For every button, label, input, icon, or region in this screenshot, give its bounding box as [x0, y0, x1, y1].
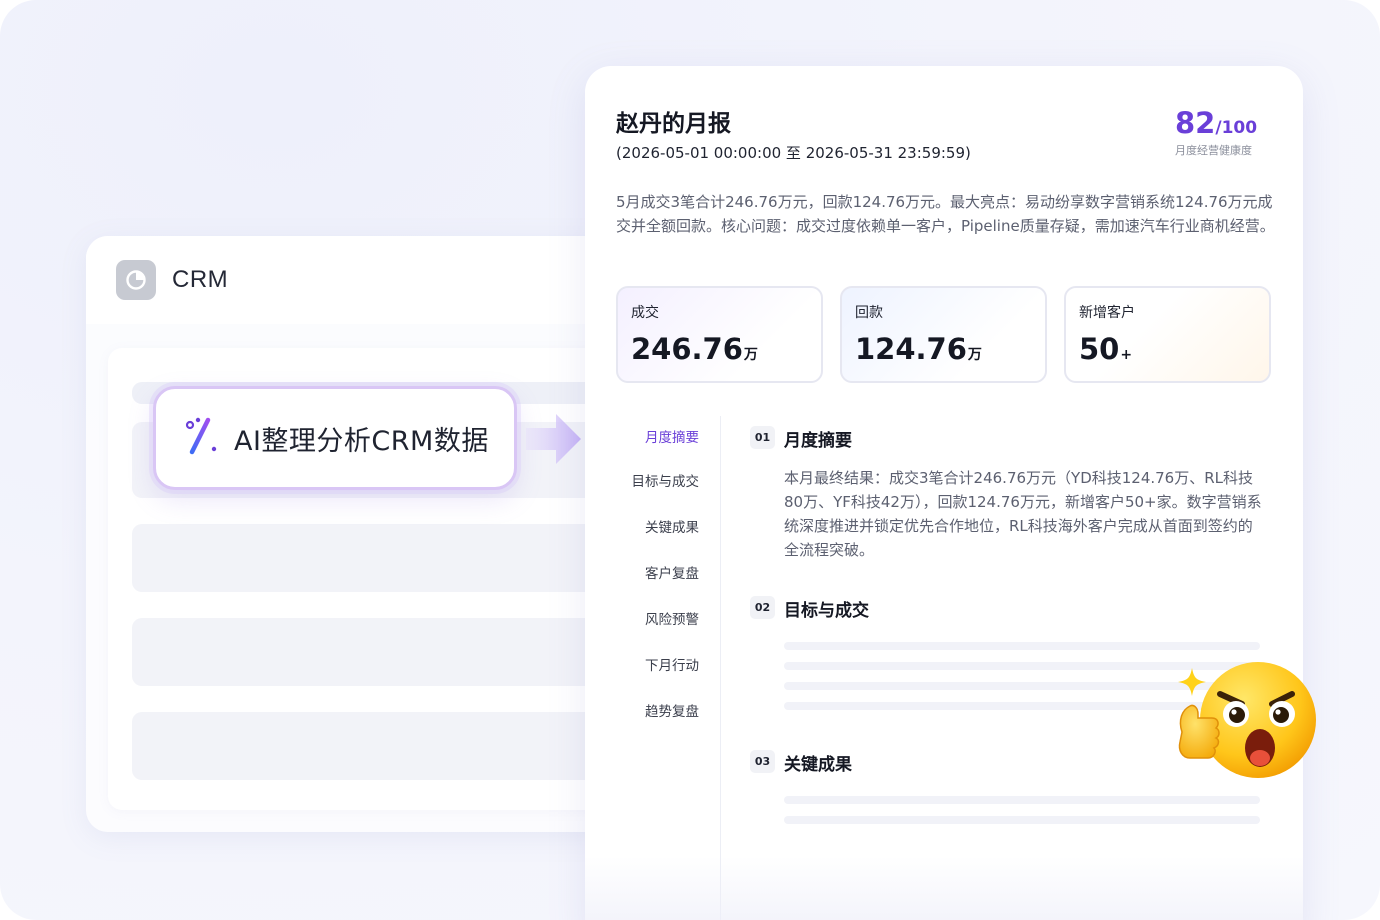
- nav-item-customer-review[interactable]: 客户复盘: [645, 562, 699, 582]
- nav-item-risk[interactable]: 风险预警: [645, 608, 699, 628]
- health-score-max: /100: [1215, 118, 1258, 138]
- stat-unit: 万: [967, 347, 982, 363]
- section-title: 月度摘要: [784, 431, 852, 451]
- report-title: 赵丹的月报: [616, 111, 731, 137]
- section-title: 关键成果: [784, 755, 852, 775]
- stat-label: 新增客户: [1079, 305, 1135, 321]
- stat-label: 成交: [631, 305, 659, 321]
- pie-chart-icon: [116, 260, 156, 300]
- nav-item-trends[interactable]: 趋势复盘: [645, 700, 699, 720]
- nav-item-next-actions[interactable]: 下月行动: [645, 654, 699, 674]
- section-number: 02: [750, 596, 775, 619]
- stat-card-deals: 成交 246.76万: [616, 286, 823, 383]
- skeleton-line: [784, 816, 1260, 824]
- section-number: 03: [750, 750, 775, 773]
- nav-divider: [720, 416, 721, 920]
- report-summary: 5月成交3笔合计246.76万元，回款124.76万元。最大亮点：易动纷享数字营…: [616, 193, 1275, 235]
- stat-value: 50: [1079, 332, 1120, 366]
- sparkle-icon: [1178, 668, 1206, 696]
- nav-item-summary[interactable]: 月度摘要: [645, 426, 699, 446]
- stat-unit: 万: [743, 347, 758, 363]
- skeleton-line: [784, 642, 1260, 650]
- canvas: CRM AI整理分析CRM数据 赵丹的月报 (2026-05-01 00:00:…: [0, 0, 1380, 920]
- stat-card-new-customers: 新增客户 50+: [1064, 286, 1271, 383]
- stat-label: 回款: [855, 305, 883, 321]
- magic-wand-icon: [184, 416, 220, 460]
- crm-title: CRM: [172, 266, 229, 293]
- health-score: 82/100 月度经营健康度: [1175, 106, 1285, 158]
- surprised-thumbs-up-emoji-icon: [1168, 654, 1318, 788]
- nav-item-results[interactable]: 关键成果: [645, 516, 699, 536]
- ai-analyze-label: AI整理分析CRM数据: [234, 425, 489, 457]
- section-body: 本月最终结果：成交3笔合计246.76万元（YD科技124.76万、RL科技80…: [784, 469, 1262, 559]
- ai-analyze-button[interactable]: AI整理分析CRM数据: [153, 386, 517, 490]
- section-number: 01: [750, 426, 775, 449]
- arrow-right-icon: [526, 412, 582, 470]
- report-period: (2026-05-01 00:00:00 至 2026-05-31 23:59:…: [616, 144, 971, 162]
- stat-value: 124.76: [855, 332, 967, 366]
- nav-item-targets[interactable]: 目标与成交: [632, 470, 700, 490]
- health-score-value: 82: [1175, 106, 1216, 140]
- monthly-report-card: 赵丹的月报 (2026-05-01 00:00:00 至 2026-05-31 …: [585, 66, 1303, 920]
- health-score-label: 月度经营健康度: [1175, 144, 1252, 157]
- stat-unit: +: [1120, 347, 1133, 363]
- bottom-fade: [585, 856, 1303, 920]
- skeleton-line: [784, 796, 1260, 804]
- stat-card-payments: 回款 124.76万: [840, 286, 1047, 383]
- stat-value: 246.76: [631, 332, 743, 366]
- section-title: 目标与成交: [784, 601, 869, 621]
